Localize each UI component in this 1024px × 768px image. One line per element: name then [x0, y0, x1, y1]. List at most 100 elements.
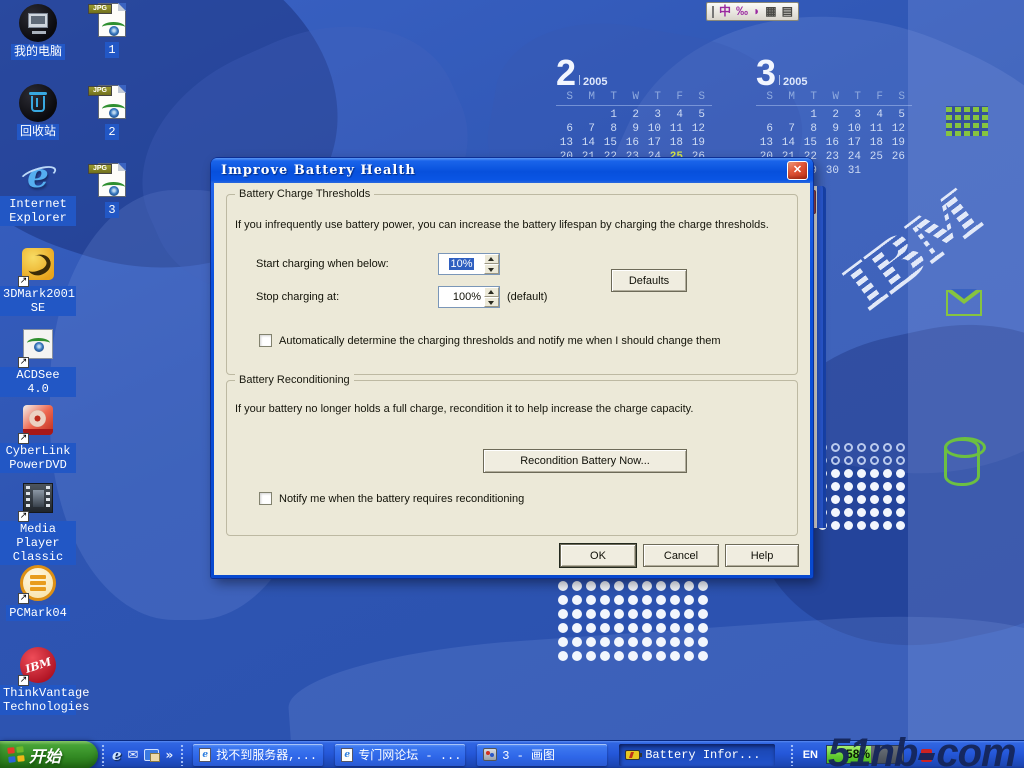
- battery-charge-thresholds-group: Battery Charge Thresholds If you infrequ…: [226, 194, 798, 375]
- fullwidth-toggle-icon[interactable]: ‰: [736, 3, 748, 20]
- desktop-icon-label: ThinkVantage Technologies: [0, 685, 76, 715]
- calendar-february: 22005 SMTWTFS123456789101112131415161718…: [556, 56, 716, 90]
- spin-up-icon[interactable]: [484, 287, 499, 297]
- watermark-right: com: [936, 731, 1015, 768]
- calendar-year: 2005: [583, 76, 607, 88]
- quick-launch-bar: e ✉ »: [108, 746, 177, 764]
- start-charging-spinner[interactable]: 10%: [438, 253, 500, 275]
- stop-charging-label: Stop charging at:: [256, 291, 339, 303]
- keypad-icon: [946, 106, 988, 136]
- 3dmark-icon: ↗: [19, 248, 57, 286]
- desktop-icon-thinkvantage[interactable]: IBM↗ ThinkVantage Technologies: [0, 646, 76, 715]
- desktop-icon-acdsee[interactable]: ↗ ACDSee 4.0: [0, 326, 76, 397]
- wallpaper-dot-grid: [816, 441, 907, 532]
- desktop-icon-label: PCMark04: [6, 605, 70, 621]
- close-button[interactable]: ✕: [787, 161, 808, 180]
- jpg-file-icon: JPG: [93, 162, 131, 200]
- calendar-month-number: 3: [756, 52, 776, 93]
- task-button-server-not-found[interactable]: e 找不到服务器,...: [193, 744, 323, 766]
- recondition-battery-button[interactable]: Recondition Battery Now...: [483, 449, 687, 473]
- task-button-forum[interactable]: e 专门网论坛 - ...: [335, 744, 465, 766]
- stop-charging-spinner[interactable]: 100%: [438, 286, 500, 308]
- spin-up-icon[interactable]: [484, 254, 499, 264]
- taskbar-separator: [180, 744, 184, 766]
- help-button[interactable]: Help: [725, 544, 799, 567]
- media-player-classic-icon: ↗: [19, 483, 57, 521]
- envelope-icon: [946, 290, 982, 316]
- task-button-label: 3 - 画图: [502, 746, 555, 763]
- desktop-icon-my-computer[interactable]: 我的电脑: [0, 4, 76, 60]
- battery-reconditioning-group: Battery Reconditioning If your battery n…: [226, 380, 798, 536]
- desktop-icon-internet-explorer[interactable]: e Internet Explorer: [0, 158, 76, 226]
- start-button-label: 开始: [29, 743, 61, 767]
- taskbar-separator: [790, 744, 794, 766]
- jpg-badge: JPG: [88, 164, 112, 174]
- ibm-logo: IBM: [808, 154, 1024, 358]
- shortcut-arrow-icon: ↗: [18, 357, 29, 368]
- ie-page-icon: e: [341, 748, 353, 762]
- quick-launch-overflow-chevron[interactable]: »: [165, 748, 173, 762]
- auto-thresholds-checkbox-label[interactable]: Automatically determine the charging thr…: [279, 335, 720, 347]
- notify-recondition-checkbox-label[interactable]: Notify me when the battery requires reco…: [279, 493, 524, 505]
- stop-charging-value[interactable]: 100%: [439, 287, 484, 307]
- start-button[interactable]: 开始: [0, 741, 98, 768]
- spin-down-icon[interactable]: [484, 297, 499, 307]
- desktop-icon-recycle-bin[interactable]: 回收站: [0, 84, 76, 140]
- ok-button[interactable]: OK: [560, 544, 636, 567]
- improve-battery-health-dialog: Improve Battery Health ✕ Battery Charge …: [211, 158, 813, 578]
- desktop-icon-jpg-2[interactable]: JPG 2: [82, 84, 142, 140]
- ie-page-icon: e: [199, 748, 211, 762]
- shortcut-arrow-icon: ↗: [18, 433, 29, 444]
- desktop-icon-label: 回收站: [17, 124, 59, 140]
- desktop-icon-pcmark04[interactable]: ↗ PCMark04: [0, 564, 76, 621]
- watermark-dash: [918, 753, 935, 760]
- windows-flag-icon: [7, 746, 24, 763]
- notify-recondition-checkbox[interactable]: [259, 492, 272, 505]
- soft-keyboard-icon[interactable]: ▦: [765, 3, 776, 20]
- task-button-label: Battery Infor...: [645, 748, 760, 762]
- quick-launch-ie-icon[interactable]: e: [112, 746, 122, 764]
- thinkvantage-icon: IBM↗: [19, 647, 57, 685]
- desktop-icon-label: Media Player Classic: [0, 521, 76, 565]
- dialog-body: Battery Charge Thresholds If you infrequ…: [214, 183, 810, 575]
- desktop-icon-media-player-classic[interactable]: ↗ Media Player Classic: [0, 480, 76, 565]
- quick-launch-mail-icon[interactable]: ✉: [128, 747, 139, 763]
- ime-language-bar[interactable]: 中 ‰ ◗ ▦ ▤: [706, 2, 799, 21]
- desktop-icon-jpg-3[interactable]: JPG 3: [82, 162, 142, 218]
- start-charging-value[interactable]: 10%: [449, 258, 473, 270]
- task-button-paint[interactable]: 3 - 画图: [477, 744, 607, 766]
- defaults-button[interactable]: Defaults: [611, 269, 687, 292]
- chinese-input-icon[interactable]: 中: [719, 3, 731, 20]
- desktop-icon-label: 3: [105, 202, 118, 218]
- group-description: If your battery no longer holds a full c…: [235, 403, 693, 415]
- dialog-title-bar[interactable]: Improve Battery Health: [211, 158, 813, 183]
- recycle-bin-icon: [19, 84, 57, 122]
- my-computer-icon: [19, 4, 57, 42]
- pcmark-icon: ↗: [19, 565, 57, 603]
- language-indicator[interactable]: EN: [803, 749, 818, 761]
- calendar-year: 2005: [783, 76, 807, 88]
- desktop-icon-label: 1: [105, 42, 118, 58]
- spin-down-icon[interactable]: [484, 264, 499, 274]
- show-desktop-icon[interactable]: [144, 749, 159, 761]
- acdsee-icon: ↗: [19, 329, 57, 367]
- database-cylinder-icon: [944, 438, 980, 486]
- group-description: If you infrequently use battery power, y…: [235, 219, 769, 231]
- ime-menu-icon[interactable]: ▤: [782, 3, 793, 20]
- auto-thresholds-checkbox[interactable]: [259, 334, 272, 347]
- desktop-icon-jpg-1[interactable]: JPG 1: [82, 2, 142, 58]
- cancel-button[interactable]: Cancel: [643, 544, 719, 567]
- jpg-file-icon: JPG: [93, 2, 131, 40]
- shortcut-arrow-icon: ↗: [18, 675, 29, 686]
- powerdvd-icon: ↗: [19, 405, 57, 443]
- desktop-icon-3dmark2001[interactable]: ↗ 3DMark2001 SE: [0, 246, 76, 316]
- desktop-icon-label: 2: [105, 124, 118, 140]
- desktop-icon-powerdvd[interactable]: ↗ CyberLink PowerDVD: [0, 402, 76, 473]
- task-button-battery-information[interactable]: Battery Infor...: [619, 744, 775, 766]
- watermark: 51nb com: [828, 731, 1016, 768]
- watermark-left: 51nb: [828, 731, 917, 768]
- punctuation-toggle-icon[interactable]: ◗: [753, 3, 760, 20]
- desktop-icon-label: 3DMark2001 SE: [0, 286, 76, 316]
- group-title: Battery Reconditioning: [235, 374, 354, 386]
- desktop-icon-label: CyberLink PowerDVD: [0, 443, 76, 473]
